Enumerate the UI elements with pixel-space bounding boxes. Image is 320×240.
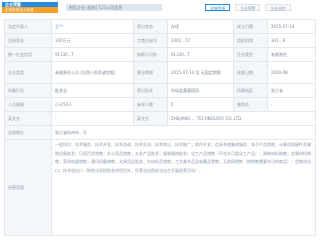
tab-all-info[interactable]: 全部信息 [205, 4, 231, 11]
field-value: 341...9 [268, 34, 316, 47]
field-label: 所属地区 [234, 84, 268, 97]
field-value: 2015-07-14 [268, 20, 316, 33]
field-label: 成立日期 [234, 20, 268, 33]
table-row: 法定代表人 王** 登记状态 存续 成立日期 2015-07-14 [4, 20, 316, 34]
tab-warning[interactable]: 企业预警 [235, 4, 261, 11]
table-row: 注册资本 100万元 工商注册号 3301...72 组织机构 341...9 [4, 34, 316, 48]
field-label: 注册地址 [4, 126, 52, 139]
table-row: 英文名 - 英文名 ZHEJIANG ... TECHNOLOGY CO.,LTD. [4, 112, 316, 126]
field-label: 人员规模 [4, 98, 52, 111]
page-header: 企业预警 企查查的企业信息 附近企业 (相关) 123公司信息 全部信息 企业预… [0, 0, 320, 17]
table-row-scope: 经营范围 一般项目：技术服务、技术开发、技术咨询、技术交流、技术转让、技术推广；软… [4, 140, 316, 236]
field-label: 所属行业 [4, 84, 52, 97]
field-value: 浙江省杭州市...号 [52, 126, 316, 139]
header-tabs: 全部信息 企业预警 企业风控 [205, 4, 291, 11]
logo-bottom-text: 企查查的企业信息 [2, 7, 58, 13]
field-label: 注册资本 [4, 34, 52, 47]
field-value: 有限责任 [268, 48, 316, 61]
field-label: 登记状态 [134, 20, 168, 33]
field-value: ZHEJIANG ... TECHNOLOGY CO.,LTD. [168, 112, 316, 125]
field-label: 纳税人识别 [134, 48, 168, 61]
field-label: 企业类型 [4, 62, 52, 83]
scope-label: 经营范围 [4, 140, 52, 235]
table-row: 统一社会信用 91330...T 纳税人识别 91330...T 企业类型 有限责任 [4, 48, 316, 62]
field-value: 存续 [168, 20, 234, 33]
field-label: 法定代表人 [4, 20, 52, 33]
field-value: 浙江省 [268, 84, 316, 97]
field-value: 2015-07-14 至 无固定期限 [168, 62, 234, 83]
table-row: 注册地址 浙江省杭州市...号 [4, 126, 316, 140]
field-label: 统一社会信用 [4, 48, 52, 61]
table-row: 所属行业 批发业 登记机关 市场监督管理局 所属地区 浙江省 [4, 84, 316, 98]
field-value: 小于50人 [52, 98, 134, 111]
field-value: 3301...72 [168, 34, 234, 47]
field-value[interactable]: 王** [52, 20, 134, 33]
table-row: 人员规模 小于50人 参保人数 0 曾用名 - [4, 98, 316, 112]
field-value: - [268, 98, 316, 111]
scope-text: 一般项目：技术服务、技术开发、技术咨询、技术交流、技术转让、技术推广；软件开发；… [52, 140, 316, 235]
field-value: 批发业 [52, 84, 134, 97]
field-value: 91330...T [52, 48, 134, 61]
field-value: 91330...T [168, 48, 234, 61]
field-value: - [52, 112, 134, 125]
field-label: 英文名 [4, 112, 52, 125]
field-label: 企业类型 [234, 48, 268, 61]
field-label: 登记机关 [134, 84, 168, 97]
field-label: 曾用名 [234, 98, 268, 111]
field-label: 参保人数 [134, 98, 168, 111]
field-value: 100万元 [52, 34, 134, 47]
field-label: 英文名 [134, 112, 168, 125]
business-info-table: 法定代表人 王** 登记状态 存续 成立日期 2015-07-14 注册资本 100万元 工商注… [4, 19, 316, 236]
field-label: 工商注册号 [134, 34, 168, 47]
tab-risk[interactable]: 企业风控 [265, 4, 291, 11]
field-value: 2020-08 [268, 62, 316, 83]
field-label: 营业期限 [134, 62, 168, 83]
table-row: 企业类型 有限责任公司 (自然人投资或控股) 营业期限 2015-07-14 至 无固… [4, 62, 316, 84]
field-label: 核准日期 [234, 62, 268, 83]
company-title: 附近企业 (相关) 123公司信息 [66, 4, 162, 11]
field-value: 市场监督管理局 [168, 84, 234, 97]
field-value: 0 [168, 98, 234, 111]
site-logo[interactable]: 企业预警 企查查的企业信息 [2, 2, 58, 14]
field-label: 组织机构 [234, 34, 268, 47]
field-value: 有限责任公司 (自然人投资或控股) [52, 62, 134, 83]
